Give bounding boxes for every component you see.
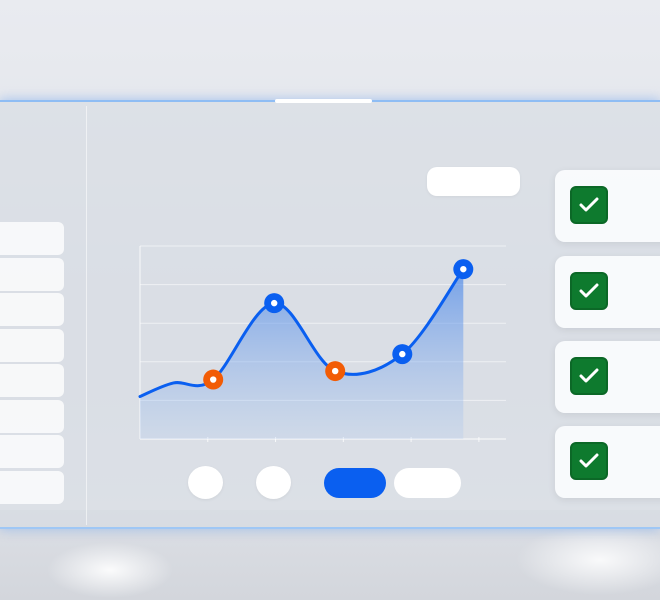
task-card[interactable] [555,426,660,498]
chart-data-point-center [460,265,467,273]
chart-area-fill [140,269,464,439]
checkmark-icon [579,453,599,468]
checkmark-icon [579,197,599,212]
filter-option-2[interactable] [256,466,291,499]
task-card[interactable] [555,256,660,328]
task-checkbox[interactable] [570,272,608,310]
chart-data-point-center [332,367,339,375]
task-card[interactable] [555,341,660,413]
chart-data-point-center [210,376,217,383]
task-checkbox[interactable] [570,186,608,224]
inactive-toggle-button[interactable] [394,468,461,498]
task-checkbox[interactable] [570,357,608,395]
checkmark-icon [579,368,599,383]
task-card[interactable] [555,170,660,242]
filter-option-1[interactable] [188,466,223,499]
active-toggle-button[interactable] [324,468,386,498]
chart-data-point-center [271,299,278,307]
task-checkbox[interactable] [570,442,608,480]
chart-data-point-center [399,350,406,358]
checkmark-icon [579,283,599,298]
